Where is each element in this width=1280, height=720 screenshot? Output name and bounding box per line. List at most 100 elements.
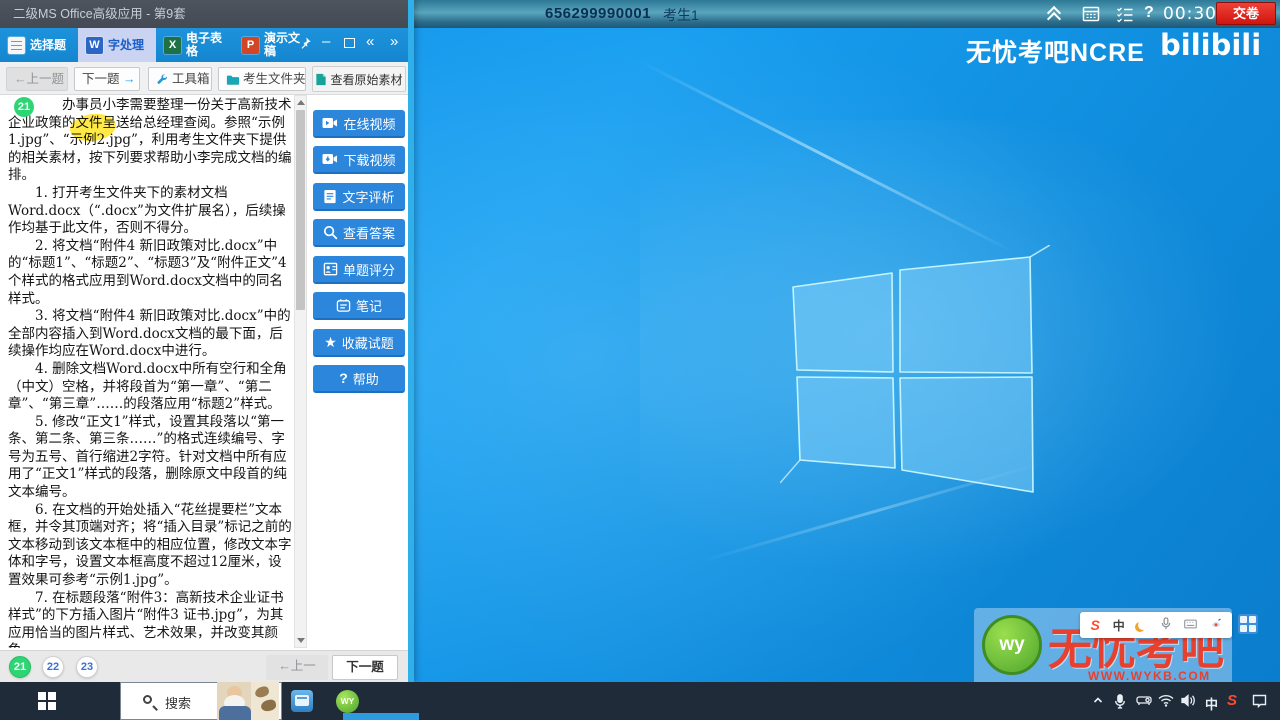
candidate-folder-button[interactable]: 考生文件夹	[218, 67, 306, 91]
tab-label: 字处理	[108, 37, 145, 52]
side-button-label: 下载视频	[343, 152, 396, 168]
question-nav-bar: 21 22 23 ←上一题 下一题 →	[0, 650, 408, 697]
favorite-question-button[interactable]: ★ 收藏试题	[313, 329, 405, 357]
online-video-button[interactable]: 在线视频	[313, 110, 405, 138]
candidate-id: 656299990001	[545, 5, 652, 22]
magnifier-icon	[323, 225, 338, 239]
window-title: 二级MS Office高级应用 - 第9套	[0, 0, 408, 28]
prev-question-button-bottom[interactable]: ←上一题	[266, 655, 328, 696]
scroll-down-arrow[interactable]	[295, 634, 306, 647]
exam-window: 二级MS Office高级应用 - 第9套 选择题 W 字处理 X 电子表格 P…	[0, 0, 414, 697]
help-button[interactable]: ? 帮助	[313, 365, 405, 393]
question-circle-22[interactable]: 22	[42, 656, 64, 678]
toolbox-button[interactable]: 工具箱	[148, 67, 212, 91]
scrollbar-thumb[interactable]	[296, 110, 305, 310]
side-button-label: 帮助	[352, 371, 379, 387]
tab-label: 电子表格	[186, 31, 223, 58]
windows-logo	[780, 245, 1050, 493]
question-paragraph: 1. 打开考生文件夹下的素材文档Word.docx（“.docx”为文件扩展名）…	[8, 184, 286, 237]
tab-label: 选择题	[30, 37, 67, 52]
start-button[interactable]	[38, 692, 56, 710]
view-original-material-button[interactable]: 查看原始素材	[312, 66, 406, 92]
wuyoukaoba-logo: wy	[982, 615, 1042, 675]
taskbar-app-wuyoukaoba-icon[interactable]: WY	[336, 690, 359, 713]
collapse-left-icon[interactable]: «	[366, 34, 374, 49]
tab-spreadsheet[interactable]: X 电子表格	[156, 28, 234, 62]
video-download-icon	[322, 154, 338, 164]
question-number-badge: 21	[14, 97, 34, 117]
prev-question-button-top[interactable]: ←上一题	[6, 67, 68, 91]
next-question-button-top[interactable]: 下一题 →	[74, 67, 140, 91]
text-analysis-button[interactable]: 文字评析	[313, 183, 405, 211]
question-paragraph: 5. 修改“正文1”样式，设置其段落以“第一条、第二条、第三条……”的格式连续编…	[8, 413, 287, 501]
pin-icon[interactable]	[298, 36, 312, 53]
projector-device-icon[interactable]	[1136, 694, 1152, 706]
search-icon	[143, 695, 152, 704]
view-answer-button[interactable]: 查看答案	[313, 219, 405, 247]
question-scrollbar[interactable]	[294, 95, 307, 648]
question-mark-icon: ?	[339, 370, 348, 386]
mic-icon[interactable]	[1161, 617, 1171, 633]
scroll-up-arrow[interactable]	[295, 96, 306, 109]
document-icon	[316, 73, 327, 85]
webcam-overlay-image	[217, 682, 279, 720]
exam-timer: 00:30	[1163, 4, 1217, 24]
excel-icon: X	[164, 36, 181, 54]
maximize-icon[interactable]	[344, 38, 355, 48]
taskbar-app-exam-icon[interactable]	[291, 690, 313, 712]
next-question-button-bottom[interactable]: 下一题 →	[332, 655, 398, 697]
wuyoukaoba-ncre-watermark: 无忧考吧NCRE	[966, 39, 1145, 67]
side-button-label: 收藏试题	[341, 335, 394, 351]
score-icon	[323, 262, 338, 275]
sogou-toolbox-grid-icon[interactable]	[1238, 614, 1258, 634]
toolbox-palette-icon[interactable]	[1210, 618, 1222, 633]
side-button-label: 文字评析	[342, 189, 395, 205]
side-button-label: 笔记	[355, 298, 382, 314]
note-icon	[336, 298, 351, 312]
video-icon	[322, 118, 338, 128]
wuyoukaoba-url: WWW.WYKB.COM	[1088, 669, 1211, 683]
submit-exam-button[interactable]: 交卷	[1216, 2, 1276, 25]
night-mode-icon[interactable]	[1138, 620, 1148, 630]
bird-sketch	[260, 698, 277, 713]
bilibili-logo: bilibili	[1160, 28, 1262, 62]
tray-expand-chevron-icon[interactable]	[1092, 694, 1104, 706]
single-question-score-button[interactable]: 单题评分	[313, 256, 405, 284]
text-document-icon	[324, 189, 337, 203]
sogou-tray-icon[interactable]: S	[1227, 692, 1237, 709]
speaker-icon[interactable]	[1181, 694, 1196, 707]
tab-multiple-choice[interactable]: 选择题	[0, 28, 78, 62]
answer-sheet-icon[interactable]	[1116, 5, 1134, 23]
collapse-right-icon[interactable]: »	[390, 34, 398, 49]
calculator-icon[interactable]	[1082, 5, 1100, 23]
download-video-button[interactable]: 下载视频	[313, 146, 405, 174]
wrench-icon	[157, 74, 167, 84]
sogou-logo-icon[interactable]: S	[1090, 617, 1099, 633]
help-icon[interactable]: ?	[1144, 4, 1162, 22]
action-center-icon[interactable]	[1252, 694, 1267, 708]
keyboard-icon[interactable]	[1183, 618, 1197, 632]
sogou-ime-toolbar[interactable]: S 中	[1080, 612, 1232, 638]
question-paragraph: 4. 删除文档Word.docx中所有空行和全角（中文）空格，并将段首为“第一章…	[8, 360, 287, 413]
search-placeholder: 搜索	[165, 696, 192, 711]
question-circle-21[interactable]: 21	[9, 656, 31, 678]
microphone-icon[interactable]	[1114, 694, 1126, 709]
powerpoint-icon: P	[242, 36, 259, 54]
question-paragraph: 7. 在标题段落“附件3：高新技术企业证书样式”的下方插入图片“附件3 证书.j…	[8, 589, 284, 648]
minimize-icon[interactable]: –	[322, 34, 330, 49]
side-button-label: 查看答案	[342, 225, 395, 241]
tab-word-processing[interactable]: W 字处理	[78, 28, 156, 62]
word-icon: W	[86, 36, 103, 54]
question-paragraph: 3. 将文档“附件4 新旧政策对比.docx”中的全部内容插入到Word.doc…	[8, 308, 291, 360]
notes-button[interactable]: 笔记	[313, 292, 405, 320]
candidate-name: 考生1	[663, 7, 699, 23]
side-button-label: 在线视频	[343, 116, 396, 132]
question-paragraph: 办事员小李需要整理一份关于高新技术企业政策的文件呈送给总经理查阅。参照“示例1.…	[8, 97, 292, 184]
ime-mode-indicator[interactable]: 中	[1113, 617, 1125, 634]
wifi-icon[interactable]	[1158, 694, 1174, 707]
active-app-indicator	[343, 713, 419, 720]
question-circle-23[interactable]: 23	[76, 656, 98, 678]
ime-language-indicator[interactable]: 中	[1205, 694, 1218, 713]
collapse-bar-icon[interactable]	[1046, 5, 1064, 27]
view-material-label: 查看原始素材	[330, 72, 403, 87]
